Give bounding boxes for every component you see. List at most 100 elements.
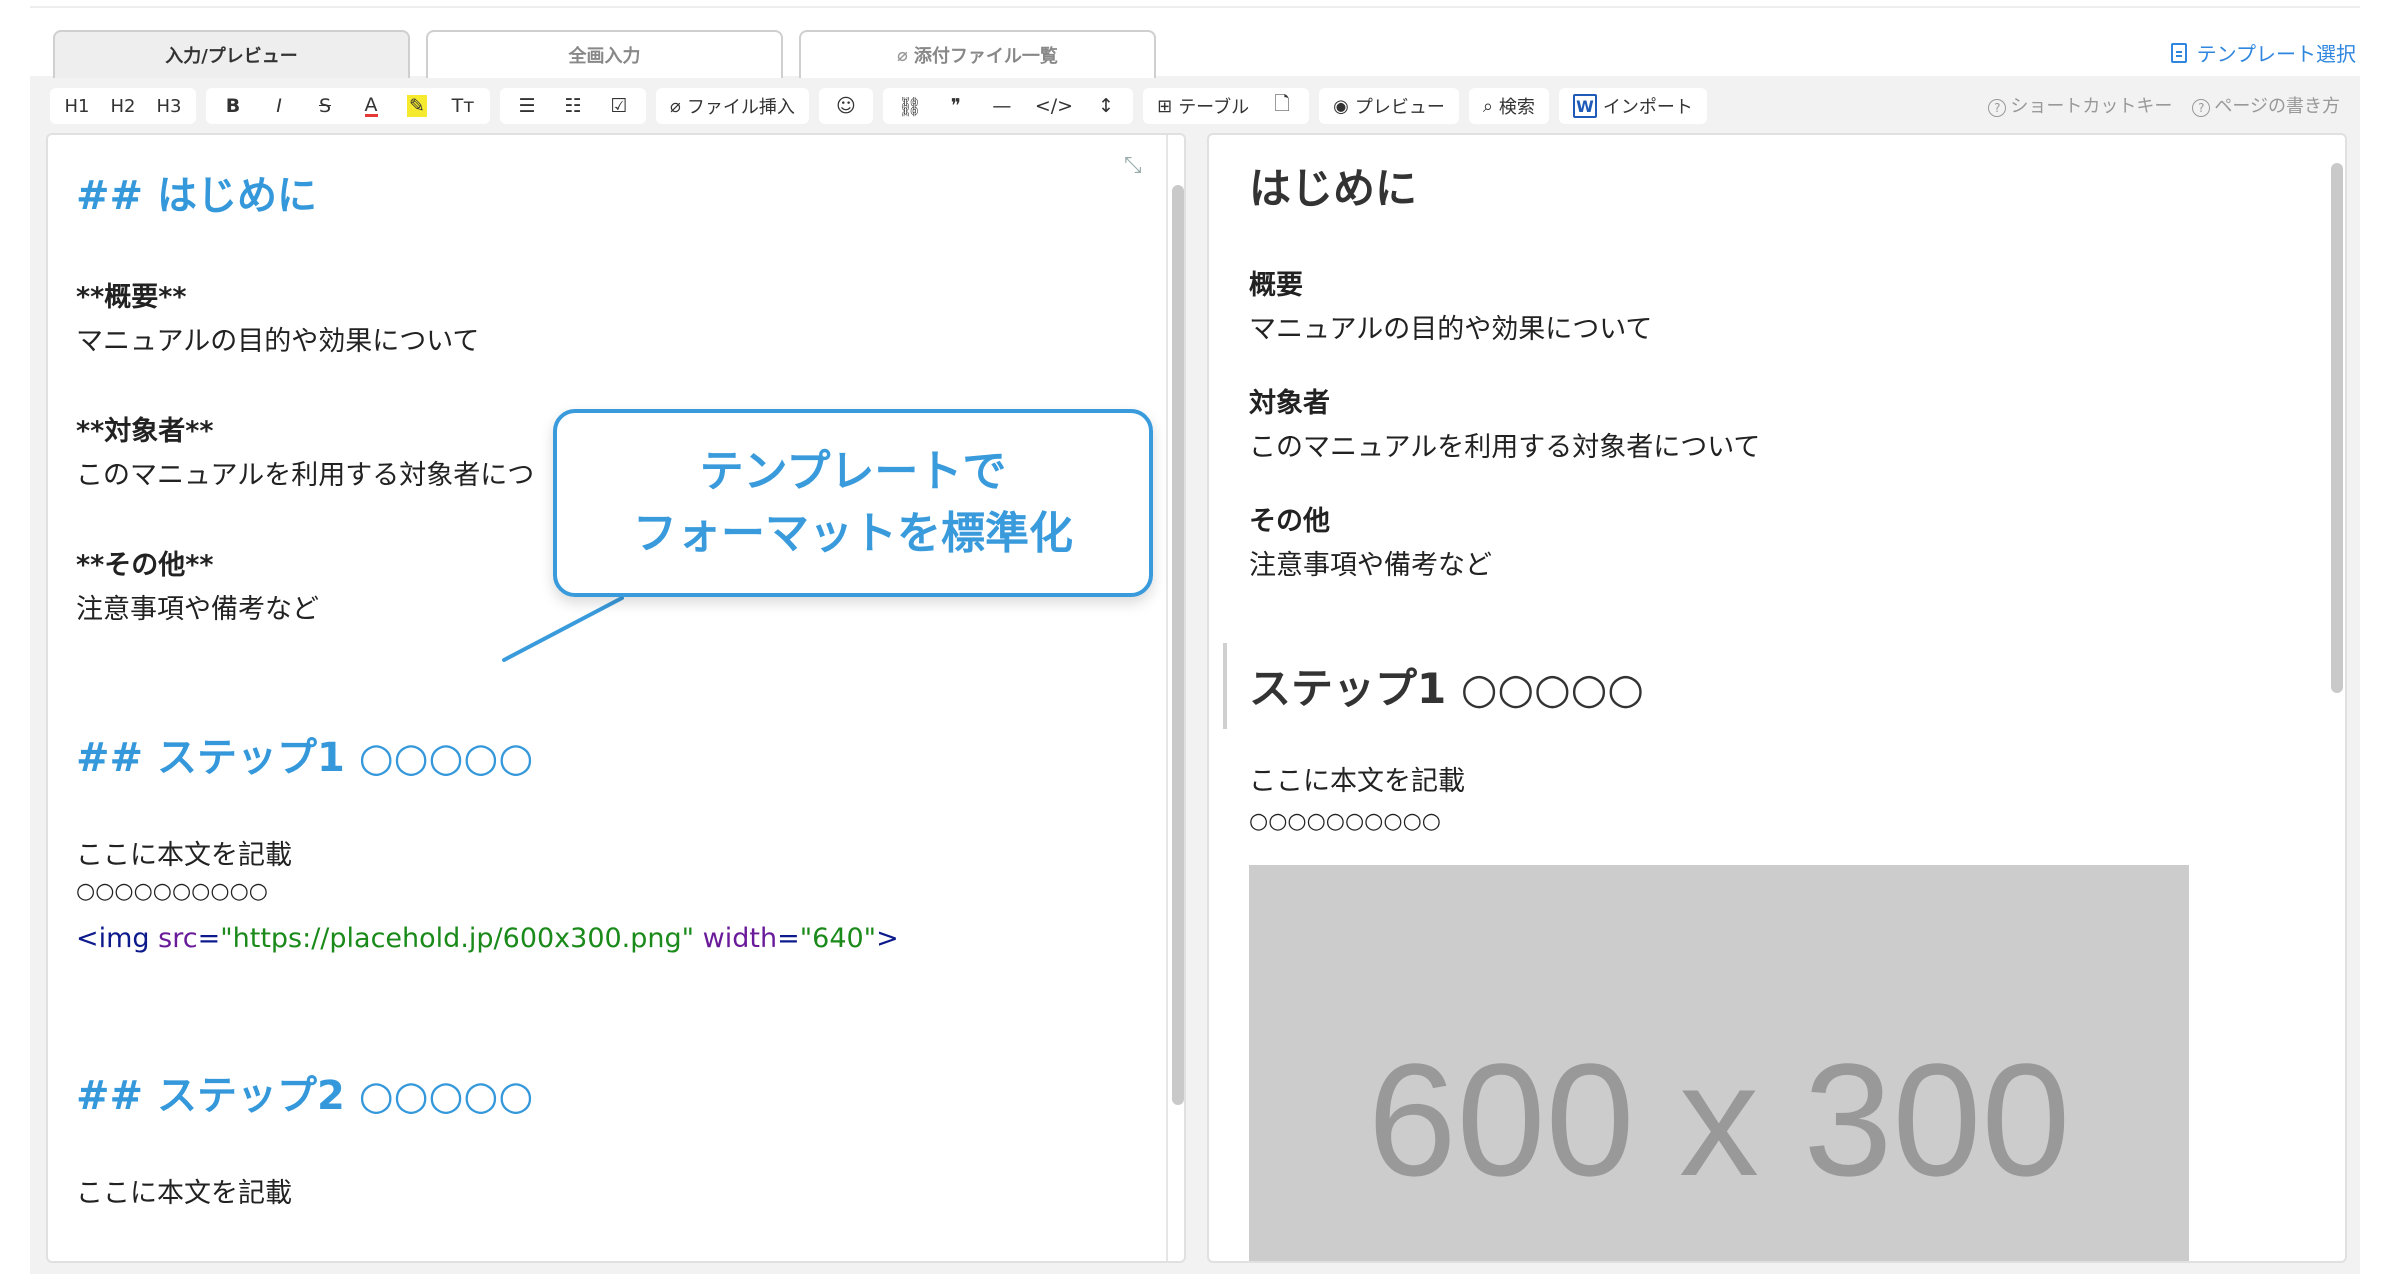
tab-input-preview[interactable]: 入力/プレビュー xyxy=(53,30,410,78)
numbered-list-button[interactable]: ☷ xyxy=(550,88,596,124)
editor-overview-label: **概要** xyxy=(76,282,187,313)
bullet-list-icon: ☰ xyxy=(518,95,536,117)
callout-tail xyxy=(502,596,624,662)
question-icon: ? xyxy=(1988,99,2007,117)
code-tag-open: <img xyxy=(76,923,159,954)
template-select-label: テンプレート選択 xyxy=(2196,42,2356,66)
hr-button[interactable]: — xyxy=(979,88,1025,124)
tab-attachments[interactable]: ⌀ 添付ファイル一覧 xyxy=(799,30,1156,78)
link-button[interactable]: ⛓ xyxy=(887,88,933,124)
code-attr-src: src xyxy=(158,923,198,954)
editor-scrollbar[interactable] xyxy=(1172,185,1184,1105)
search-icon: ⌕ xyxy=(1482,95,1493,117)
checkbox-icon: ☑ xyxy=(610,95,628,117)
preview-other-label: その他 xyxy=(1249,506,1330,537)
top-divider xyxy=(30,6,2360,8)
h3-button[interactable]: H3 xyxy=(146,88,192,124)
bold-button[interactable]: B xyxy=(210,88,256,124)
paperclip-icon: ⌀ xyxy=(670,95,681,117)
tab-label: 入力/プレビュー xyxy=(165,46,298,67)
italic-icon: I xyxy=(276,95,282,117)
import-button[interactable]: W インポート xyxy=(1563,88,1703,124)
code-attr-width: width xyxy=(702,923,778,954)
tab-full-input[interactable]: 全画入力 xyxy=(426,30,783,78)
search-button[interactable]: ⌕ 検索 xyxy=(1473,88,1545,124)
preview-button[interactable]: ◉ プレビュー xyxy=(1323,88,1455,124)
preview-overview-label: 概要 xyxy=(1249,270,1303,301)
editor-other-label: **その他** xyxy=(76,550,214,581)
shortcut-key-link[interactable]: ? ショートカットキー xyxy=(1988,92,2172,118)
highlight-button[interactable]: ✎ xyxy=(394,88,440,124)
preview-target-text: このマニュアルを利用する対象者について xyxy=(1249,432,1761,463)
table-button[interactable]: ⊞ テーブル xyxy=(1147,88,1259,124)
preview-circles: ○○○○○○○○○○ xyxy=(1249,809,1441,834)
h2-button[interactable]: H2 xyxy=(100,88,146,124)
preview-scrollbar[interactable] xyxy=(2331,163,2343,693)
editor-heading-step1: ## ステップ1 ○○○○○ xyxy=(76,735,534,781)
preview-section-marker xyxy=(1223,643,1227,729)
font-size-button[interactable]: Tт xyxy=(440,88,486,124)
document-icon xyxy=(2170,42,2187,63)
editor-img-code: <img src="https://placehold.jp/600x300.p… xyxy=(76,923,899,954)
numbered-list-icon: ☷ xyxy=(564,95,582,117)
import-label: インポート xyxy=(1602,97,1693,118)
excel-button[interactable]: 🗋 xyxy=(1259,88,1305,124)
howto-link[interactable]: ? ページの書き方 xyxy=(2192,92,2340,118)
font-size-icon: Tт xyxy=(451,95,475,117)
callout-bubble: テンプレートで フォーマットを標準化 xyxy=(553,409,1153,597)
preview-target-label: 対象者 xyxy=(1249,388,1330,419)
list-group: ☰ ☷ ☑ xyxy=(500,88,646,124)
preview-heading-intro: はじめに xyxy=(1249,164,1418,213)
paperclip-icon: ⌀ xyxy=(897,44,908,66)
editor-body-step2: ここに本文を記載 xyxy=(76,1178,292,1209)
italic-button[interactable]: I xyxy=(256,88,302,124)
editor-other-text: 注意事項や備考など xyxy=(76,594,319,625)
eye-icon: ◉ xyxy=(1333,95,1349,117)
search-group: ⌕ 検索 xyxy=(1468,88,1549,124)
link-icon: ⛓ xyxy=(897,95,922,118)
preview-body-step1: ここに本文を記載 xyxy=(1249,766,1465,797)
collapse-icon[interactable]: ⤡ xyxy=(1124,153,1142,178)
checklist-button[interactable]: ☑ xyxy=(596,88,642,124)
code-tag-close: > xyxy=(876,923,899,954)
markdown-editor[interactable]: ⤡ ## はじめに **概要** マニュアルの目的や効果について **対象者**… xyxy=(46,133,1186,1263)
h1-button[interactable]: H1 xyxy=(54,88,100,124)
table-label: テーブル xyxy=(1178,97,1250,118)
code-button[interactable]: </> xyxy=(1025,88,1083,124)
bullet-list-button[interactable]: ☰ xyxy=(504,88,550,124)
height-button[interactable]: ↕ xyxy=(1083,88,1129,124)
editor-circles: ○○○○○○○○○○ xyxy=(76,879,268,904)
text-color-icon: A xyxy=(364,93,378,117)
emoji-button[interactable]: ☺ xyxy=(823,88,869,124)
question-icon: ? xyxy=(2192,99,2211,117)
preview-group: ◉ プレビュー xyxy=(1319,88,1459,124)
file-group: ⌀ ファイル挿入 xyxy=(656,88,809,124)
editor-overview-text: マニュアルの目的や効果について xyxy=(76,326,480,357)
template-select-link[interactable]: テンプレート選択 xyxy=(2170,38,2356,67)
strike-button[interactable]: S xyxy=(302,88,348,124)
editor-heading-intro: ## はじめに xyxy=(76,173,317,219)
shortcut-label: ショートカットキー xyxy=(2010,96,2173,117)
quote-button[interactable]: ❞ xyxy=(933,88,979,124)
editor-target-text: このマニュアルを利用する対象者につ xyxy=(76,460,535,491)
tab-label: 添付ファイル一覧 xyxy=(913,46,1058,67)
editor-scroll-track xyxy=(1166,135,1168,1261)
code-value-width: "640" xyxy=(799,923,877,954)
import-group: W インポート xyxy=(1558,88,1707,124)
file-insert-button[interactable]: ⌀ ファイル挿入 xyxy=(660,88,805,124)
preview-pane: はじめに 概要 マニュアルの目的や効果について 対象者 このマニュアルを利用する… xyxy=(1207,133,2347,1263)
smiley-icon: ☺ xyxy=(835,95,856,117)
preview-heading-step1: ステップ1 ○○○○○ xyxy=(1249,664,1645,713)
code-icon: </> xyxy=(1034,95,1074,117)
heading-group: H1 H2 H3 xyxy=(50,88,196,124)
help-links: ? ショートカットキー ? ページの書き方 xyxy=(1988,92,2340,118)
text-color-button[interactable]: A xyxy=(348,88,394,124)
preview-overview-text: マニュアルの目的や効果について xyxy=(1249,314,1653,345)
format-group: B I S A ✎ Tт xyxy=(206,88,490,124)
placeholder-image-text: 600 x 300 xyxy=(1367,1030,2071,1209)
search-label: 検索 xyxy=(1498,97,1535,118)
horizontal-rule-icon: — xyxy=(992,95,1012,117)
code-value-src: "https://placehold.jp/600x300.png" xyxy=(220,923,695,954)
emoji-group: ☺ xyxy=(818,88,873,124)
howto-label: ページの書き方 xyxy=(2214,96,2340,117)
